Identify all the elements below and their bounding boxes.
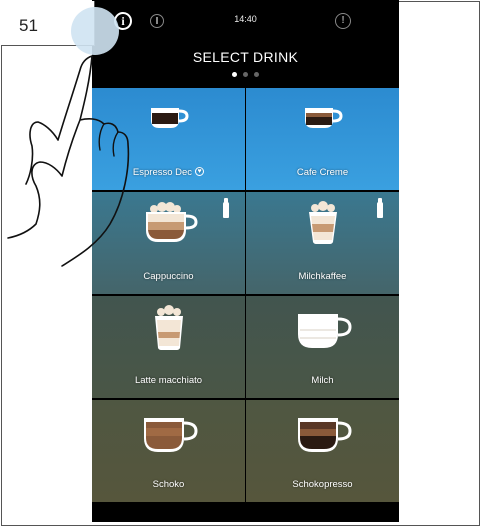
drink-label: Espresso Dec	[132, 167, 193, 178]
drink-label: Schokopresso	[292, 479, 353, 490]
status-bar: i 14:40 !	[92, 0, 399, 40]
milchkaffee-glass-icon	[308, 201, 337, 244]
latte-macchiato-glass-icon	[154, 305, 183, 350]
page-dot-1	[232, 72, 237, 77]
drink-label: Schoko	[152, 479, 185, 490]
drink-tile-latte-macchiato[interactable]: Latte macchiato	[92, 296, 245, 398]
cappuccino-cup-icon	[145, 202, 198, 242]
warning-icon[interactable]: !	[335, 13, 351, 29]
favorite-heart-icon	[195, 166, 205, 177]
drink-tile-schokopresso[interactable]: Schokopresso	[246, 400, 399, 502]
drink-tile-cappuccino[interactable]: Cappuccino	[92, 192, 245, 294]
drink-tile-espresso-dec[interactable]: Espresso Dec	[92, 88, 245, 190]
milk-bottle-icon	[377, 198, 383, 218]
clock: 14:40	[234, 14, 257, 24]
page-dot-2	[243, 72, 248, 77]
drink-tile-schoko[interactable]: Schoko	[92, 400, 245, 502]
cafe-creme-cup-icon	[304, 108, 343, 128]
drink-grid: Espresso Dec Cafe Creme Capp	[92, 88, 399, 522]
step-number: 51	[19, 16, 38, 35]
page-indicator	[92, 72, 399, 77]
drink-label: Cappuccino	[143, 271, 194, 282]
drink-label: Milchkaffee	[298, 271, 347, 282]
step-number-box: 51	[1, 1, 95, 46]
page-dot-3	[254, 72, 259, 77]
milk-bottle-icon	[223, 198, 229, 218]
drink-tile-milchkaffee[interactable]: Milchkaffee	[246, 192, 399, 294]
chocolate-cup-icon	[143, 418, 198, 452]
drink-label: Milch	[311, 375, 334, 386]
milk-cup-icon	[297, 314, 352, 348]
page-title: SELECT DRINK	[192, 49, 299, 65]
drink-label: Cafe Creme	[296, 167, 349, 178]
espresso-cup-icon	[150, 108, 189, 128]
schokopresso-cup-icon	[297, 418, 352, 452]
machine-display: i 14:40 ! SELECT DRINK Espresso Dec♥ Caf…	[92, 0, 399, 522]
drink-tile-milch[interactable]: Milch	[246, 296, 399, 398]
drink-tile-cafe-creme[interactable]: Cafe Creme	[246, 88, 399, 190]
drink-label: Latte macchiato	[134, 375, 203, 386]
